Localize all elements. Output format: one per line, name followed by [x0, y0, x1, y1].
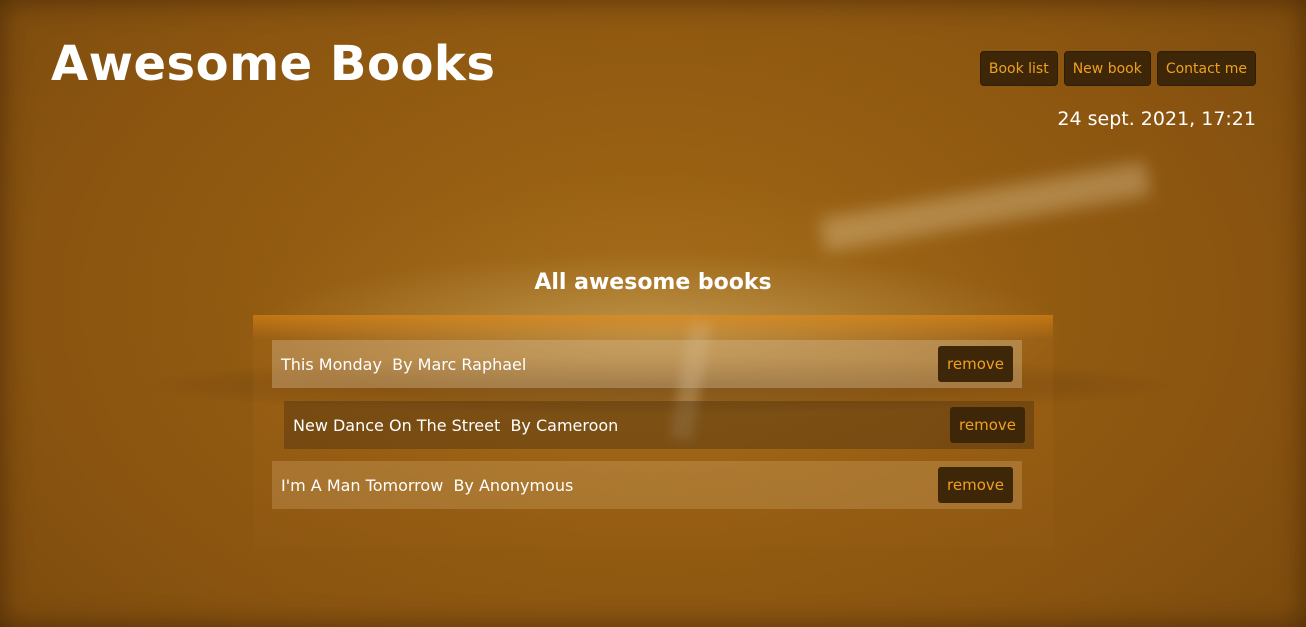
- remove-book-button[interactable]: remove: [950, 407, 1025, 443]
- background-book-page-highlight: [819, 161, 1151, 253]
- nav-book-list-button[interactable]: Book list: [979, 51, 1058, 86]
- book-title: This Monday: [281, 354, 382, 374]
- section-title: All awesome books: [534, 270, 772, 295]
- book-author: By Cameroon: [510, 415, 619, 435]
- main-nav: Book list New book Contact me: [979, 51, 1256, 86]
- book-list-panel: This Monday By Marc Raphael remove New D…: [253, 315, 1053, 547]
- book-title: I'm A Man Tomorrow: [281, 475, 444, 495]
- book-info: I'm A Man Tomorrow By Anonymous: [281, 476, 573, 495]
- remove-book-button[interactable]: remove: [938, 346, 1013, 382]
- page-title: Awesome Books: [51, 36, 496, 92]
- book-row: I'm A Man Tomorrow By Anonymous remove: [272, 461, 1022, 509]
- book-author: By Anonymous: [453, 475, 574, 495]
- nav-new-book-button[interactable]: New book: [1063, 51, 1151, 86]
- book-row: This Monday By Marc Raphael remove: [272, 340, 1022, 388]
- book-info: This Monday By Marc Raphael: [281, 355, 526, 374]
- current-date: 24 sept. 2021, 17:21: [1057, 108, 1256, 130]
- book-title: New Dance On The Street: [293, 415, 501, 435]
- remove-book-button[interactable]: remove: [938, 467, 1013, 503]
- book-author: By Marc Raphael: [392, 354, 527, 374]
- book-info: New Dance On The Street By Cameroon: [293, 416, 618, 435]
- book-row: New Dance On The Street By Cameroon remo…: [284, 401, 1034, 449]
- nav-contact-me-button[interactable]: Contact me: [1156, 51, 1256, 86]
